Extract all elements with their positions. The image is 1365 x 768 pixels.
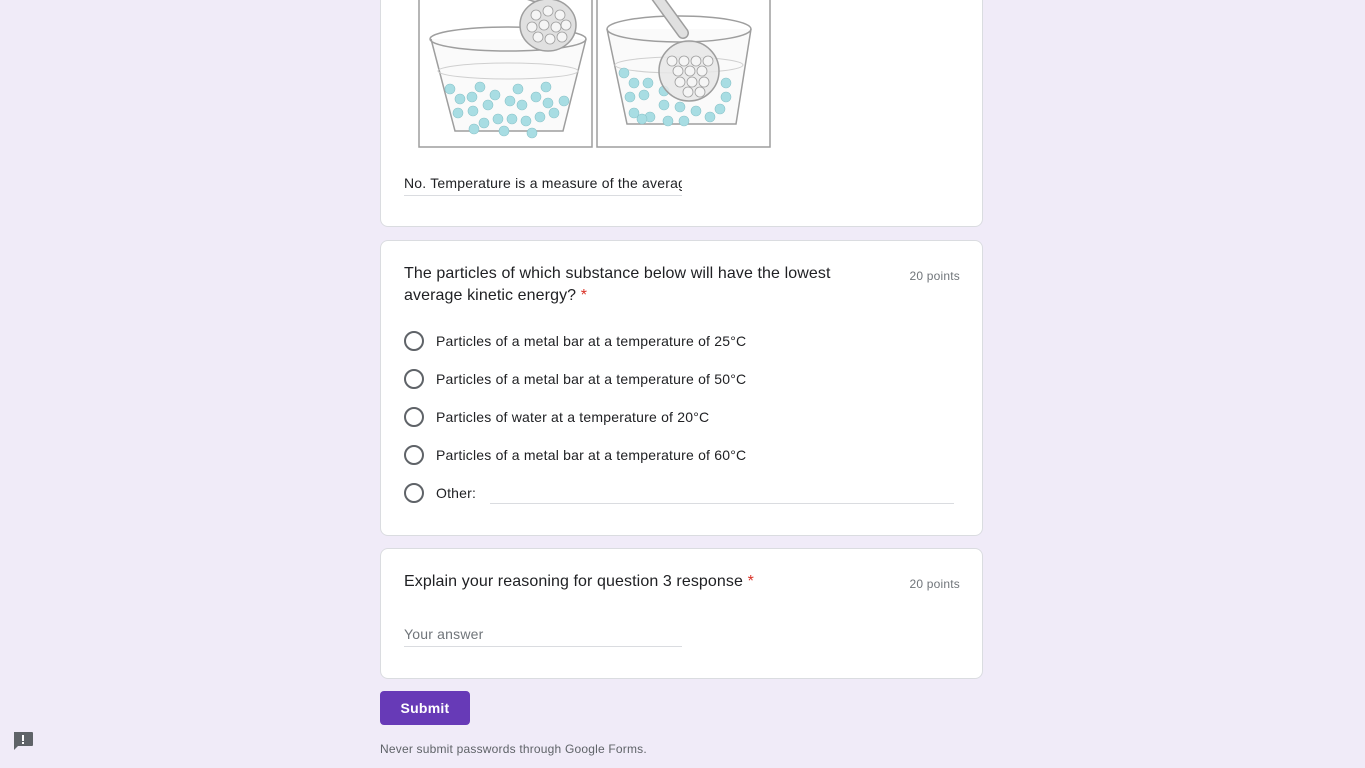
password-warning: Never submit passwords through Google Fo… (380, 742, 647, 756)
radio-unchecked-icon[interactable] (404, 407, 424, 427)
report-feedback-icon[interactable] (12, 731, 34, 751)
radio-unchecked-icon[interactable] (404, 369, 424, 389)
option-metal-50c[interactable]: Particles of a metal bar at a temperatur… (404, 367, 746, 391)
option-label: Other: (436, 485, 477, 501)
question-3-card: The particles of which substance below w… (380, 240, 983, 536)
required-asterisk: * (580, 287, 588, 304)
option-label: Particles of a metal bar at a temperatur… (436, 371, 747, 387)
question-2-answer-field[interactable]: No. Temperature is a measure of the aver… (404, 171, 682, 196)
option-other[interactable]: Other: (404, 481, 476, 505)
question-3-title-text: The particles of which substance below w… (404, 265, 831, 304)
option-metal-60c[interactable]: Particles of a metal bar at a temperatur… (404, 443, 746, 467)
question-4-points: 20 points (909, 577, 960, 591)
other-text-input[interactable] (490, 503, 954, 504)
question-3-title: The particles of which substance below w… (404, 263, 884, 307)
question-4-title: Explain your reasoning for question 3 re… (404, 571, 884, 593)
question-4-answer-field[interactable]: Your answer (404, 622, 682, 647)
required-asterisk: * (747, 573, 754, 590)
option-label: Particles of a metal bar at a temperatur… (436, 333, 747, 349)
option-water-20c[interactable]: Particles of water at a temperature of 2… (404, 405, 709, 429)
radio-unchecked-icon[interactable] (404, 445, 424, 465)
question-4-title-text: Explain your reasoning for question 3 re… (404, 573, 744, 590)
option-metal-25c[interactable]: Particles of a metal bar at a temperatur… (404, 329, 746, 353)
particle-cups-illustration (418, 0, 771, 148)
question-4-card: Explain your reasoning for question 3 re… (380, 548, 983, 679)
option-label: Particles of a metal bar at a temperatur… (436, 447, 747, 463)
option-label: Particles of water at a temperature of 2… (436, 409, 710, 425)
question-3-points: 20 points (909, 269, 960, 283)
submit-button[interactable]: Submit (380, 691, 470, 725)
radio-unchecked-icon[interactable] (404, 331, 424, 351)
radio-unchecked-icon[interactable] (404, 483, 424, 503)
question-2-card: No. Temperature is a measure of the aver… (380, 0, 983, 227)
